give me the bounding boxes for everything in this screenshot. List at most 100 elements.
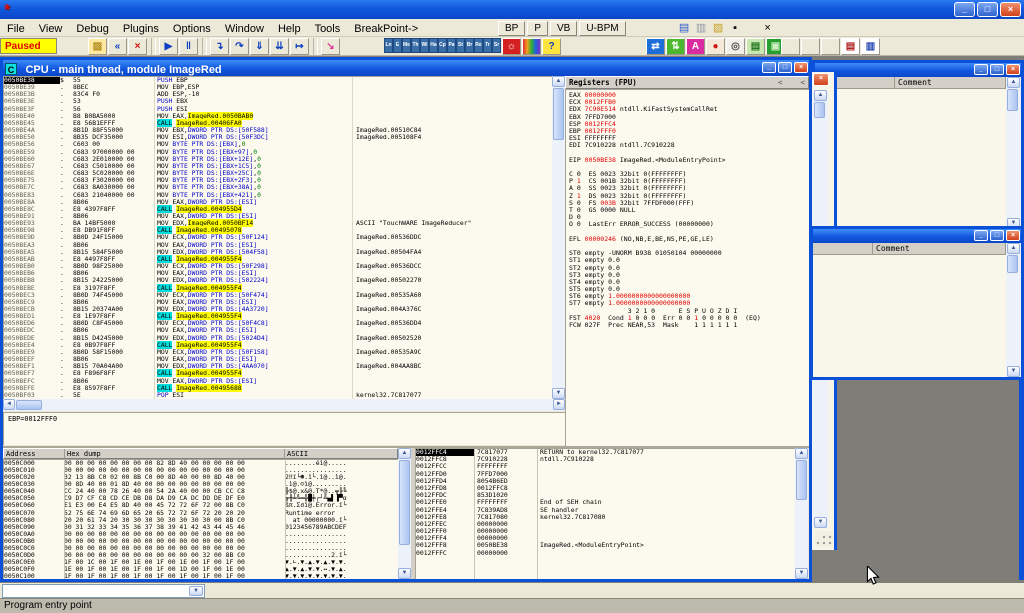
folder-yellow-icon[interactable]: ▨ [710, 21, 727, 36]
stack-row[interactable]: 0012FFF000000000 [416, 528, 795, 535]
scroll-up-icon[interactable]: ▲ [552, 76, 565, 87]
stack-row[interactable]: 0012FFDC853D1020 [416, 492, 795, 499]
scrollbar[interactable]: ▲ ▼ [1006, 243, 1021, 377]
scroll-up-icon[interactable]: ▲ [398, 448, 411, 459]
pane-button-st[interactable]: St [456, 38, 465, 53]
menubar-close-icon[interactable]: × [760, 22, 776, 36]
close-button[interactable]: × [1000, 2, 1021, 17]
disassembly-scrollbar[interactable]: ▲ ▼ [552, 76, 565, 399]
blank-1-button[interactable] [781, 38, 800, 55]
names-window-mid-titlebar[interactable]: _ □ × [813, 229, 1021, 243]
animate-over-button[interactable]: ⇊ [270, 38, 289, 55]
close-icon[interactable]: × [1006, 230, 1020, 241]
menu-options[interactable]: Options [166, 21, 218, 37]
pane-button-wi[interactable]: Wi [420, 38, 429, 53]
pane-button-th[interactable]: Th [411, 38, 420, 53]
minimize-button[interactable]: _ [954, 2, 975, 17]
dump-scrollbar[interactable]: ▲ ▼ [398, 448, 411, 579]
names-window-top[interactable]: _ □ × Comment ▲ ▼ [812, 60, 1024, 232]
maximize-icon[interactable]: □ [778, 62, 792, 73]
scroll-down-icon[interactable]: ▼ [795, 568, 808, 579]
maximize-icon[interactable]: □ [990, 64, 1004, 75]
pane-button-ln[interactable]: Ln [384, 38, 393, 53]
report-red-button[interactable]: ▤ [841, 38, 860, 55]
dump-header-hex[interactable]: Hex dump [65, 449, 285, 458]
scroll-thumb[interactable] [399, 460, 410, 545]
cpu-window-titlebar[interactable]: C CPU - main thread, module ImageRed _ □… [3, 60, 809, 76]
register-line[interactable]: T 0 GS 0000 NULL [569, 207, 809, 214]
stack-row[interactable]: 0012FFFC00000000 [416, 550, 795, 557]
scroll-left-icon[interactable]: ◄ [3, 399, 15, 410]
scroll-right-icon[interactable]: ► [553, 399, 565, 410]
stack-row[interactable]: 0012FFE87C817080kernel32.7C817080 [416, 514, 795, 521]
names-window-top-titlebar[interactable]: _ □ × [815, 63, 1021, 77]
registers-pane[interactable]: EAX 00000000ECX 0012FFB0EDX 7C90E514 ntd… [565, 89, 809, 446]
swap-arrows-button[interactable]: ⇄ [646, 38, 665, 55]
plugin-button-p[interactable]: P [527, 21, 548, 36]
dropdown-icon[interactable]: ▼ [189, 586, 203, 596]
scroll-thumb[interactable] [814, 102, 825, 118]
column-comment[interactable]: Comment [873, 243, 1006, 255]
terminal-icon[interactable]: ▪ [727, 21, 744, 36]
pane-button-sr[interactable]: Sr [492, 38, 501, 53]
minimize-icon[interactable]: _ [974, 230, 988, 241]
pane-button-re[interactable]: Re [474, 38, 483, 53]
command-combobox[interactable]: ▼ [2, 584, 205, 598]
plugin-button-ubpm[interactable]: U-BPM [579, 21, 625, 36]
note-gray-icon[interactable]: ▥ [693, 21, 710, 36]
disasm-row[interactable]: 0050BE3E.53PUSH EBX [4, 98, 552, 105]
scroll-thumb[interactable] [796, 460, 807, 500]
stack-row[interactable]: 0012FFE47C839AD8SE handler [416, 507, 795, 514]
appearance-colors-button[interactable] [522, 38, 541, 55]
pane-button-tr[interactable]: Tr [483, 38, 492, 53]
scroll-up-icon[interactable]: ▲ [814, 90, 827, 101]
menu-breakpoint[interactable]: BreakPoint-> [347, 21, 425, 37]
scroll-down-icon[interactable]: ▼ [814, 517, 827, 528]
stack-pane[interactable]: 0012FFC47C817077RETURN to kernel32.7C817… [415, 448, 795, 579]
registers-header[interactable]: Registers (FPU)<< [565, 76, 809, 89]
pane-button-br[interactable]: Br [465, 38, 474, 53]
restore-button[interactable]: □ [977, 2, 998, 17]
plugin-button-vb[interactable]: VB [550, 21, 577, 36]
menu-view[interactable]: View [32, 21, 70, 37]
column-header[interactable]: Comment [813, 243, 1006, 255]
minimize-icon[interactable]: _ [974, 64, 988, 75]
pane-button-cp[interactable]: Cp [438, 38, 447, 53]
scroll-thumb[interactable] [1007, 89, 1018, 111]
stack-row[interactable]: 0012FFD80012FFC8 [416, 485, 795, 492]
scroll-down-icon[interactable]: ▼ [398, 568, 411, 579]
scrollbar[interactable]: ▲ ▼ [1006, 77, 1021, 229]
disasm-row[interactable]: 0050BEFE.E8 8597F8FFCALL ImageRed.004956… [4, 385, 552, 392]
names-window-mid[interactable]: _ □ × Comment ▲ ▼ [810, 226, 1024, 380]
stack-scrollbar[interactable]: ▲ ▼ [795, 448, 808, 579]
menu-file[interactable]: File [0, 21, 32, 37]
assemble-a-button[interactable]: A [686, 38, 705, 55]
pane-button-ha[interactable]: Ha [429, 38, 438, 53]
app-icon[interactable]: * [4, 3, 10, 17]
register-line[interactable]: EFL 00000246 (NO,NB,E,BE,NS,PE,GE,LE) [569, 236, 809, 243]
disasm-row[interactable]: 0050BE3B.83C4 F0ADD ESP,-10 [4, 91, 552, 98]
scroll-up-icon[interactable]: ▲ [795, 448, 808, 459]
register-line[interactable]: EDI 7C910228 ntdll.7C910228 [569, 142, 809, 149]
options-gear-button[interactable]: ☼ [502, 38, 521, 55]
run-button[interactable]: ▶ [159, 38, 178, 55]
help-button[interactable]: ? [542, 38, 561, 55]
stack-row[interactable]: 0012FFE0FFFFFFFFEnd of SEH chain [416, 499, 795, 506]
resize-grip[interactable] [815, 531, 833, 547]
stack-row[interactable]: 0012FFEC00000000 [416, 521, 795, 528]
spiral-button[interactable]: ◎ [726, 38, 745, 55]
stack-row[interactable]: 0012FFC87C910228ntdll.7C910228 [416, 456, 795, 463]
scroll-up-icon[interactable]: ▲ [1007, 243, 1020, 254]
dump-pane[interactable]: Address Hex dump ASCII 0050C00000 00 00 … [3, 448, 398, 579]
animate-into-button[interactable]: ⇓ [250, 38, 269, 55]
dump-header-ascii[interactable]: ASCII [285, 449, 397, 458]
pause-button[interactable]: ‖ [179, 38, 198, 55]
menu-plugins[interactable]: Plugins [116, 21, 166, 37]
execute-till-return-button[interactable]: ↦ [290, 38, 309, 55]
record-dot-button[interactable]: ● [706, 38, 725, 55]
menu-window[interactable]: Window [218, 21, 271, 37]
disassembly-pane[interactable]: 0050BE38$55PUSH EBP0050BE39.8BECMOV EBP,… [3, 76, 552, 399]
report-blue-button[interactable]: ▥ [861, 38, 880, 55]
column-blank[interactable] [813, 243, 873, 255]
go-to-address-button[interactable]: ↘ [321, 38, 340, 55]
